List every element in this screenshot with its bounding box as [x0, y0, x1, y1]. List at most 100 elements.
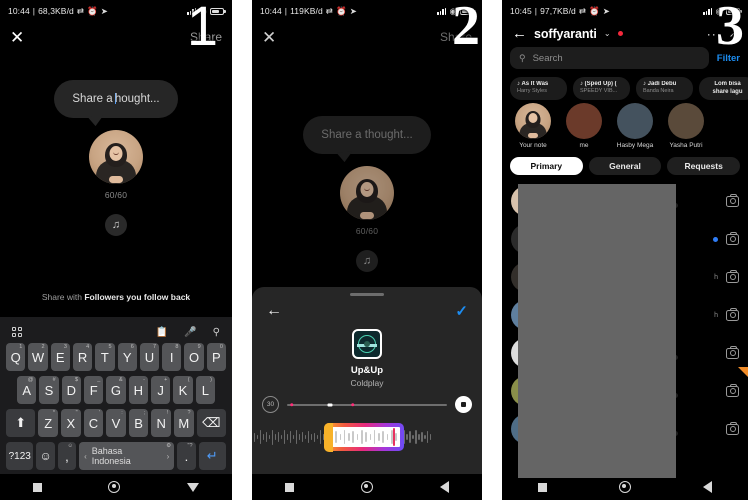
music-note-icon: ♪ — [643, 81, 646, 87]
song-title: Up&Up — [350, 365, 384, 376]
period-key[interactable]: "?. — [177, 442, 196, 470]
close-icon[interactable]: ✕ — [10, 29, 24, 46]
music-bottom-sheet: ← ✓ Up&Up Coldplay 30 — [252, 287, 482, 474]
progress-track[interactable] — [287, 402, 447, 407]
confirm-check-icon[interactable]: ✓ — [455, 302, 468, 320]
grid-icon[interactable] — [12, 327, 22, 337]
camera-icon[interactable] — [726, 421, 739, 435]
camera-icon[interactable] — [726, 269, 739, 283]
camera-icon[interactable] — [726, 231, 739, 245]
story-item-your-note[interactable]: Your note — [512, 103, 554, 149]
key-a[interactable]: @ A — [17, 376, 37, 404]
search-icon[interactable]: ⚲ — [213, 327, 220, 338]
song-artist: Coldplay — [350, 378, 384, 388]
home-circle-icon[interactable] — [108, 481, 121, 493]
enter-key[interactable]: ↵ — [198, 442, 226, 470]
key-u[interactable]: 7U — [139, 343, 160, 371]
back-arrow-icon[interactable]: ← — [266, 303, 282, 319]
note-input-bubble[interactable]: Share a thought... — [303, 116, 431, 154]
back-triangle-icon[interactable] — [439, 481, 449, 493]
space-next-arrow[interactable]: › — [162, 452, 175, 461]
chevron-down-icon[interactable]: ⌄ — [604, 29, 611, 38]
key-s[interactable]: # S — [39, 376, 59, 404]
key-m[interactable]: ? M — [173, 409, 194, 437]
music-note-icon: ♪ — [517, 81, 520, 87]
waveform-selection[interactable] — [323, 422, 404, 452]
music-note-icon[interactable]: ♫ — [356, 250, 378, 272]
username-title[interactable]: soffyaranti — [534, 27, 597, 41]
duration-badge[interactable]: 30 — [262, 396, 279, 413]
camera-icon[interactable] — [726, 345, 739, 359]
note-chip-title: ♪ As It Was — [517, 81, 549, 87]
music-note-chip[interactable]: ♪ Jadi Debu Banda Neira — [636, 77, 693, 100]
key-v[interactable]: :V — [106, 409, 126, 437]
music-note-chip[interactable]: ♪ As It Was Harry Styles — [510, 77, 567, 100]
comma-key[interactable]: ☺, — [57, 442, 77, 470]
key-i[interactable]: 8I — [162, 343, 182, 371]
note-input-bubble[interactable]: Share a hought... — [54, 80, 178, 118]
microphone-icon[interactable]: 🎤 — [184, 327, 196, 338]
back-triangle-icon[interactable] — [186, 482, 199, 492]
tab-general[interactable]: General — [588, 157, 662, 175]
text-note-chip[interactable]: Lom bisa share lagu — [699, 77, 748, 100]
music-note-chip[interactable]: ♪ (Sped Up) ( SPEEDY VIB... — [573, 77, 630, 100]
message-time: h — [714, 273, 718, 281]
key-l[interactable]: ) L — [195, 376, 215, 404]
key-e[interactable]: 3E — [50, 343, 70, 371]
waveform-left-handle[interactable] — [323, 422, 333, 452]
key-q[interactable]: 1Q — [6, 343, 26, 371]
track-knob[interactable] — [327, 403, 333, 406]
message-list: h h — [502, 182, 748, 478]
camera-icon[interactable] — [726, 383, 739, 397]
backspace-key[interactable]: ⌫ — [196, 409, 226, 437]
keyboard-row-3: ⬆ * Z " X ' C :V ; B ! N ? M ⌫ — [4, 409, 228, 437]
key-w[interactable]: 2W — [28, 343, 48, 371]
key-k[interactable]: (K — [173, 376, 193, 404]
symbols-key[interactable]: ?123 — [6, 442, 34, 470]
redaction-overlay — [518, 184, 676, 478]
key-n[interactable]: ! N — [151, 409, 171, 437]
space-key[interactable]: ⚙ ‹ Bahasa Indonesia › — [79, 442, 175, 470]
home-circle-icon[interactable] — [619, 481, 631, 493]
note-placeholder-part1: Share a — [72, 93, 116, 105]
recents-square-icon[interactable] — [538, 482, 547, 492]
music-note-icon[interactable]: ♫ — [105, 214, 127, 236]
key-h[interactable]: -H — [128, 376, 148, 404]
key-c[interactable]: ' C — [83, 409, 104, 437]
key-o[interactable]: 9O — [184, 343, 204, 371]
key-d[interactable]: $ D — [61, 376, 81, 404]
search-input[interactable]: ⚲ Search — [510, 47, 709, 69]
recents-square-icon[interactable] — [33, 482, 43, 492]
key-g[interactable]: & G — [106, 376, 126, 404]
close-icon[interactable]: ✕ — [262, 29, 276, 46]
shift-key[interactable]: ⬆ — [6, 409, 36, 437]
camera-icon[interactable] — [726, 307, 739, 321]
home-circle-icon[interactable] — [360, 481, 373, 493]
back-triangle-icon[interactable] — [703, 481, 712, 493]
key-b[interactable]: ; B — [128, 409, 149, 437]
emoji-key[interactable]: ☺ — [36, 442, 55, 470]
avatar — [340, 166, 394, 220]
key-x[interactable]: " X — [61, 409, 81, 437]
key-j[interactable]: + J — [150, 376, 171, 404]
key-y[interactable]: 6Y — [117, 343, 137, 371]
key-r[interactable]: 4R — [72, 343, 93, 371]
key-z[interactable]: * Z — [38, 409, 59, 437]
stop-record-icon[interactable] — [455, 396, 472, 413]
story-item-hasby[interactable]: Hasby Mega — [614, 103, 656, 149]
waveform[interactable] — [252, 422, 482, 452]
space-prev-arrow[interactable]: ‹ — [79, 452, 92, 461]
tab-primary[interactable]: Primary — [510, 157, 583, 175]
back-arrow-icon[interactable]: ← — [512, 26, 527, 41]
screenshot-stage: 1 10:44 | 68,3KB/d ⇄ ⏰ ➤ ◉ ✕ Share Share… — [0, 0, 750, 500]
tab-requests[interactable]: Requests — [667, 157, 741, 175]
story-item-yasha[interactable]: Yasha Putri — [665, 103, 707, 149]
clipboard-icon[interactable]: 📋 — [156, 327, 168, 338]
recents-square-icon[interactable] — [285, 482, 295, 492]
story-item-me[interactable]: me — [563, 103, 605, 149]
key-t[interactable]: 5T — [95, 343, 115, 371]
key-p[interactable]: 0P — [206, 343, 226, 371]
status-separator: | — [534, 6, 538, 16]
key-f[interactable]: _ F — [84, 376, 104, 404]
camera-icon[interactable] — [726, 193, 739, 207]
